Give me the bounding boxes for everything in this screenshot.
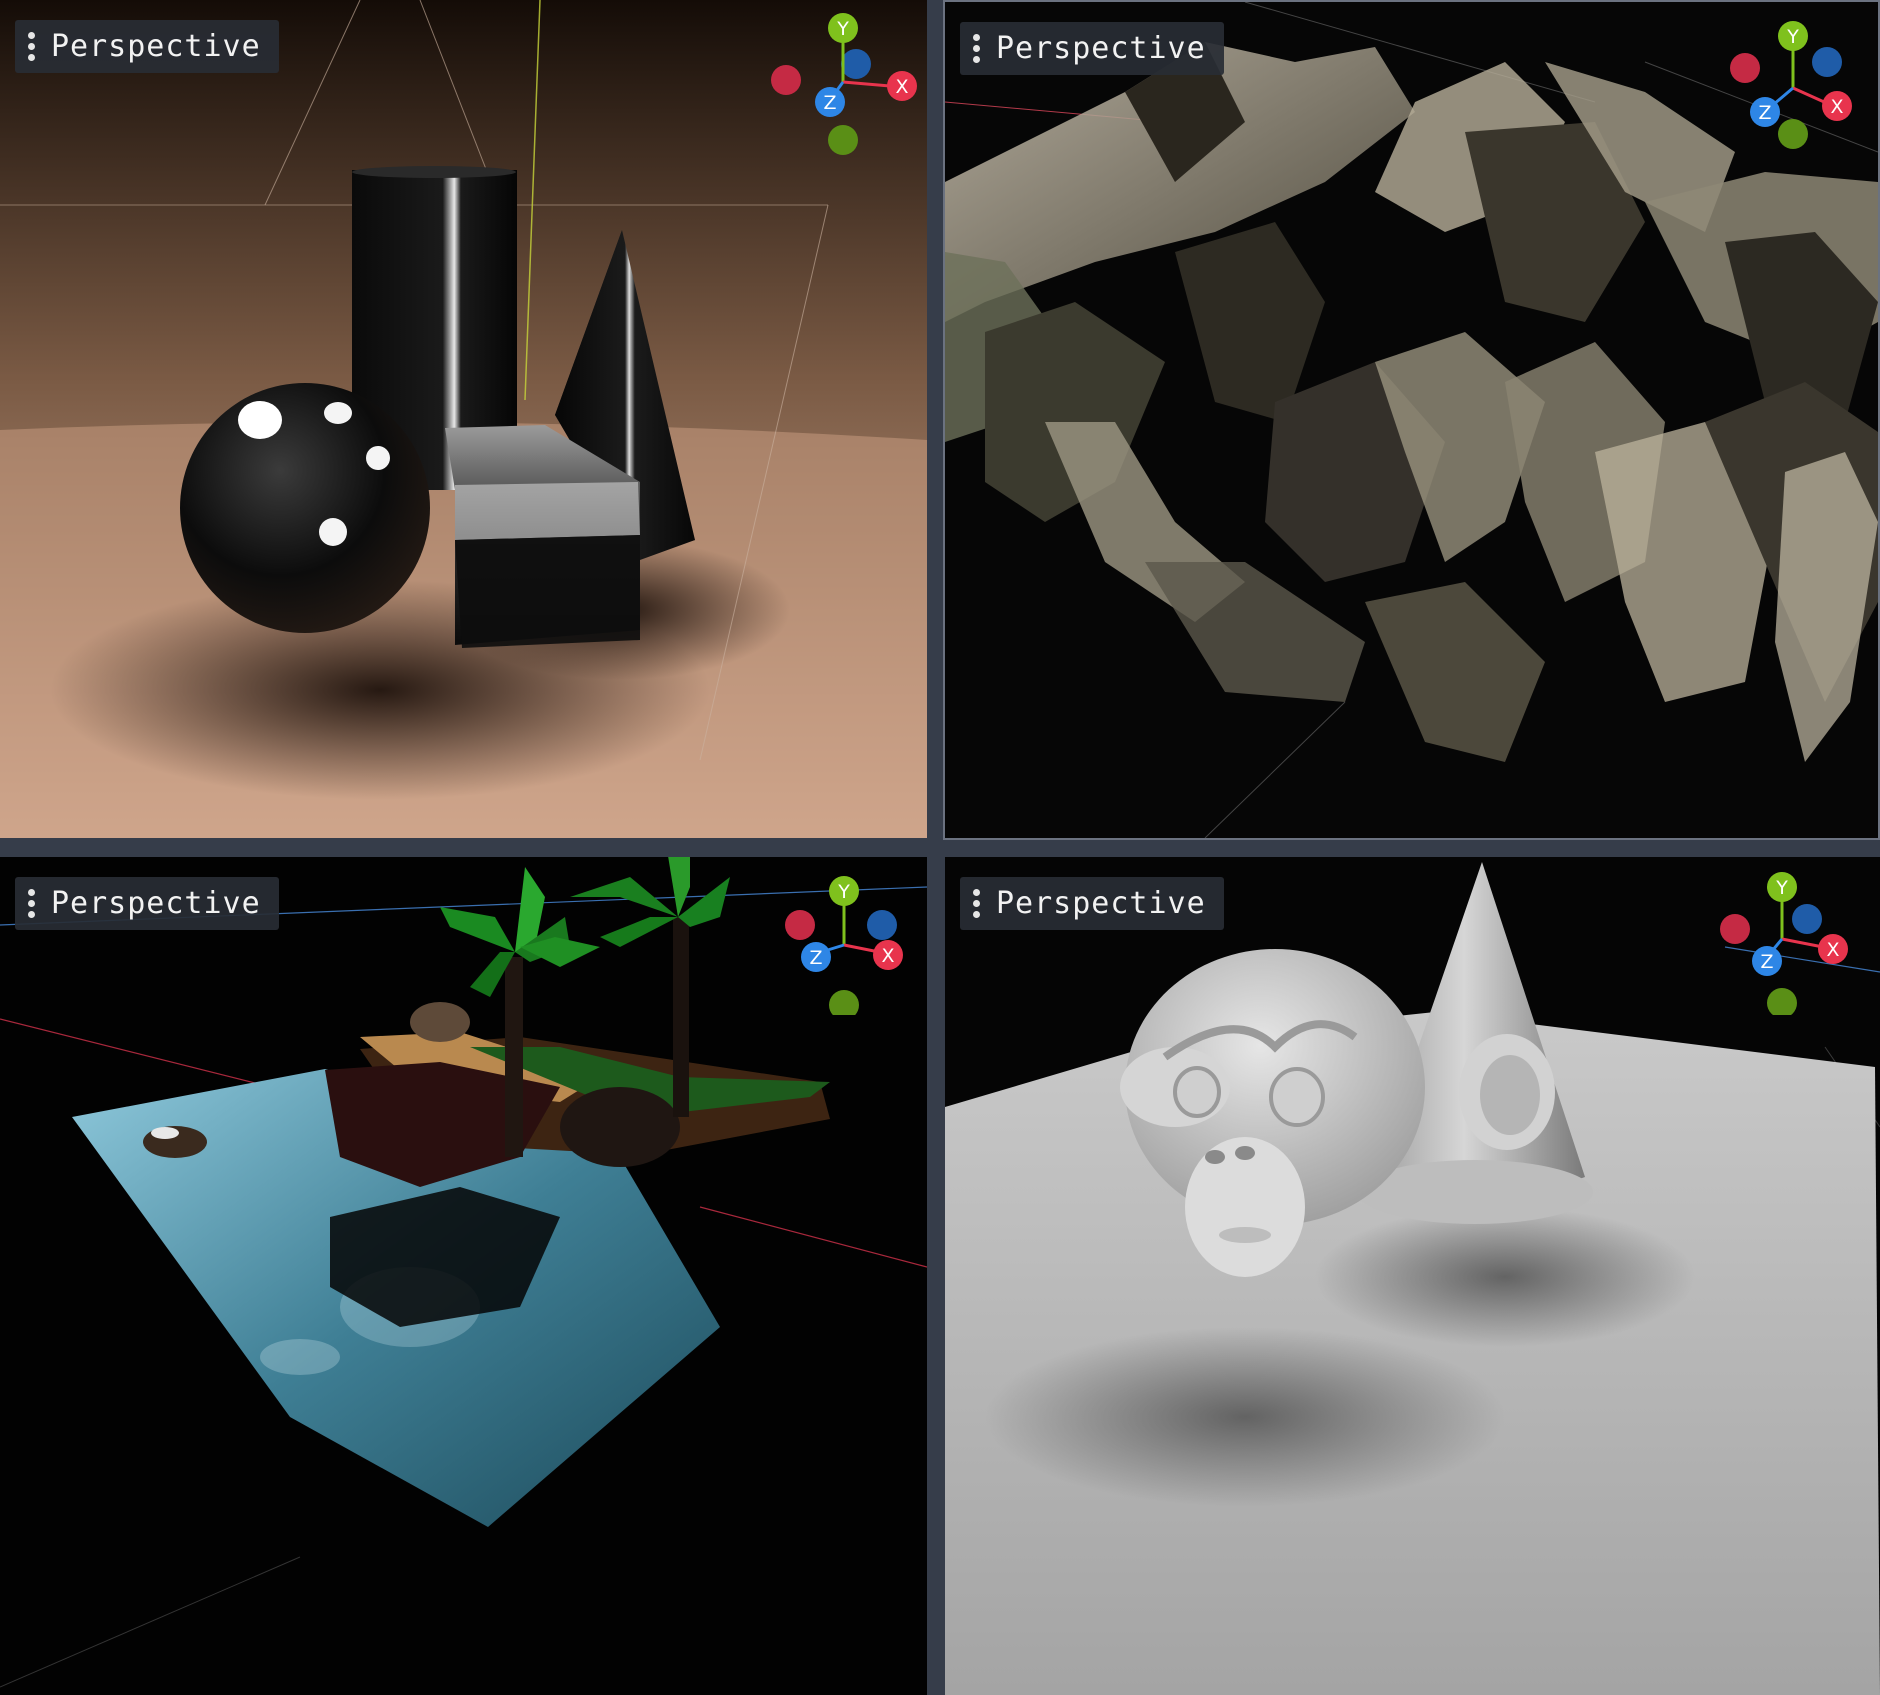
perspective-menu-button[interactable]: Perspective [960,22,1224,75]
viewport-bottom-right[interactable]: Perspective Y X Z [945,857,1880,1695]
viewport-top-left[interactable]: Perspective Y X Z [0,0,927,838]
kebab-menu-icon [972,32,980,65]
gizmo-y-label: Y [837,881,850,903]
viewport-top-right[interactable]: Perspective Y X Z [943,0,1880,840]
viewport-bottom-left[interactable]: Perspective Y X Z [0,857,927,1695]
gizmo-x-label: X [1830,96,1843,118]
gizmo-y-label: Y [836,18,849,40]
perspective-label: Perspective [996,886,1206,921]
gizmo-z-label: Z [809,947,822,969]
perspective-menu-button[interactable]: Perspective [15,20,279,73]
kebab-menu-icon [972,887,980,920]
axis-gizmo-icon[interactable]: Y X Z [1725,20,1875,170]
gizmo-z-label: Z [1760,951,1773,973]
gizmo-z-label: Z [823,92,836,114]
kebab-menu-icon [27,30,35,63]
perspective-menu-button[interactable]: Perspective [960,877,1224,930]
perspective-label: Perspective [996,31,1206,66]
axis-gizmo-icon[interactable]: Y X Z [768,12,918,162]
gizmo-x-label: X [1826,939,1839,961]
gizmo-x-label: X [895,76,908,98]
gizmo-x-label: X [881,945,894,967]
axis-gizmo-icon[interactable]: Y X Z [1715,865,1865,1015]
perspective-label: Perspective [51,886,261,921]
perspective-menu-button[interactable]: Perspective [15,877,279,930]
gizmo-y-label: Y [1786,26,1799,48]
gizmo-z-label: Z [1758,102,1771,124]
axis-gizmo-icon[interactable]: Y X Z [770,865,920,1015]
gizmo-y-label: Y [1775,877,1788,899]
perspective-label: Perspective [51,29,261,64]
viewport-grid: Perspective Y X Z Perspective Y X Z Pers… [0,0,1880,1695]
kebab-menu-icon [27,887,35,920]
